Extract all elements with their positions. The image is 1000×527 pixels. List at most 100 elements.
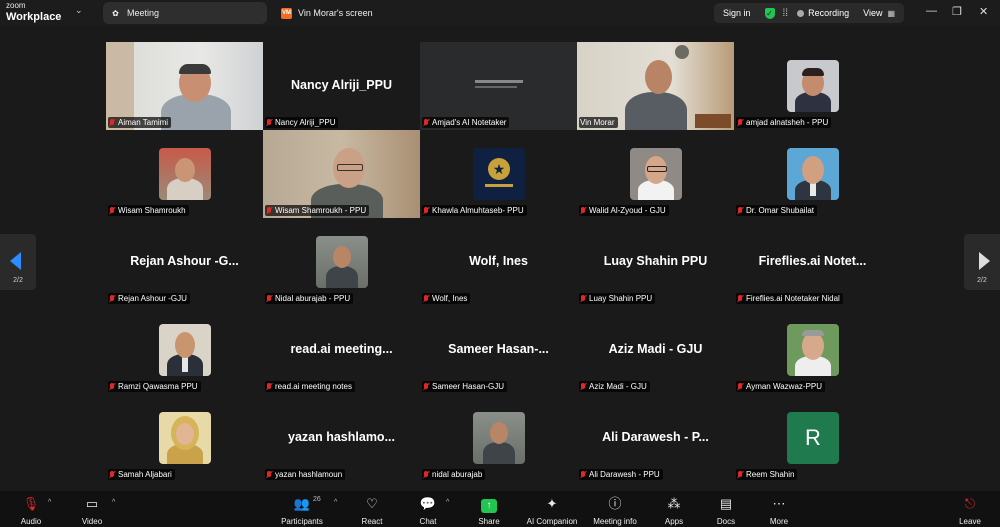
- apps-button[interactable]: ⁂ Apps: [658, 495, 690, 526]
- participant-display-name: Luay Shahin PPU: [603, 254, 708, 268]
- participant-name: Vin Morar: [580, 118, 615, 127]
- more-button[interactable]: ⋯ More: [763, 495, 795, 526]
- participant-tile[interactable]: Wisam Shamroukh - PPU: [263, 130, 420, 218]
- next-page-button[interactable]: 2/2: [964, 234, 1000, 290]
- participant-name-label: Walid Al-Zyoud - GJU: [579, 205, 669, 216]
- previous-page-button[interactable]: 2/2: [0, 234, 36, 290]
- chat-options-caret[interactable]: ^: [446, 499, 449, 506]
- ai-companion-button[interactable]: ✦ AI Companion: [524, 495, 580, 526]
- arrow-right-icon: [979, 252, 990, 270]
- participant-avatar: [787, 148, 839, 200]
- participant-tile[interactable]: Walid Al-Zyoud - GJU: [577, 130, 734, 218]
- participant-tile[interactable]: Wolf, Ines Wolf, Ines: [420, 218, 577, 306]
- close-icon[interactable]: ✕: [979, 5, 988, 18]
- participant-name-label: Fireflies.ai Notetaker Nidal: [736, 293, 843, 304]
- participant-tile[interactable]: Fireflies.ai Notet... Fireflies.ai Notet…: [734, 218, 891, 306]
- participant-display-name: Ali Darawesh - P...: [602, 430, 709, 444]
- participant-display-name: Aziz Madi - GJU: [608, 342, 703, 356]
- participant-tile[interactable]: Ramzi Qawasma PPU: [106, 306, 263, 394]
- participant-tile[interactable]: Nidal aburajab - PPU: [263, 218, 420, 306]
- chevron-down-icon[interactable]: ⌄: [75, 5, 83, 16]
- participant-tile[interactable]: Dr. Omar Shubailat: [734, 130, 891, 218]
- participant-name: Fireflies.ai Notetaker Nidal: [746, 294, 840, 303]
- shield-icon[interactable]: ✓: [764, 7, 775, 19]
- audio-button[interactable]: 🎙 Audio: [14, 495, 48, 526]
- header-controls: Sign in ✓ ⁞⁞ Recording View ▦: [714, 3, 904, 23]
- participant-tile[interactable]: ★ Khawla Almuhtaseb- PPU: [420, 130, 577, 218]
- page-indicator-left: 2/2: [13, 277, 23, 284]
- participant-tile-active-speaker[interactable]: Vin Morar: [577, 42, 734, 130]
- participant-display-name: Wolf, Ines: [469, 254, 528, 268]
- participant-tile[interactable]: Ayman Wazwaz-PPU: [734, 306, 891, 394]
- tab-screen-share[interactable]: VM Vin Morar's screen: [274, 2, 424, 24]
- participant-tile[interactable]: R Reem Shahin: [734, 394, 891, 482]
- maximize-icon[interactable]: ❐: [952, 5, 962, 18]
- audio-options-caret[interactable]: ^: [48, 499, 51, 506]
- participant-tile[interactable]: read.ai meeting... read.ai meeting notes: [263, 306, 420, 394]
- react-button[interactable]: ♡ React: [356, 495, 388, 526]
- participant-tile[interactable]: nidal aburajab: [420, 394, 577, 482]
- encryption-dots-icon[interactable]: ⁞⁞: [783, 8, 789, 19]
- share-button[interactable]: ↑ Share: [473, 495, 505, 526]
- participant-tile[interactable]: Samah Aljabari: [106, 394, 263, 482]
- mic-muted-icon: 🎙: [22, 496, 40, 511]
- participant-tile[interactable]: Luay Shahin PPU Luay Shahin PPU: [577, 218, 734, 306]
- participant-tile[interactable]: Ali Darawesh - P... Ali Darawesh - PPU: [577, 394, 734, 482]
- participants-options-caret[interactable]: ^: [334, 499, 337, 506]
- participant-name: Ramzi Qawasma PPU: [118, 382, 198, 391]
- participant-tile[interactable]: Rejan Ashour -G... Rejan Ashour -GJU: [106, 218, 263, 306]
- grid-icon[interactable]: ▦: [887, 9, 895, 18]
- mic-muted-icon: [266, 294, 272, 303]
- video-options-caret[interactable]: ^: [112, 499, 115, 506]
- participant-name: Nidal aburajab - PPU: [275, 294, 351, 303]
- participant-tile[interactable]: amjad alnatsheh - PPU: [734, 42, 891, 130]
- docs-button[interactable]: ▤ Docs: [710, 495, 742, 526]
- participant-name: nidal aburajab: [432, 470, 483, 479]
- mic-muted-icon: [266, 118, 272, 127]
- participant-name-label: Ayman Wazwaz-PPU: [736, 381, 826, 392]
- participant-tile[interactable]: Aziz Madi - GJU Aziz Madi - GJU: [577, 306, 734, 394]
- participant-name-label: Wisam Shamroukh - PPU: [265, 205, 370, 216]
- participant-tile[interactable]: Amjad's AI Notetaker: [420, 42, 577, 130]
- video-button[interactable]: ▭ Video: [76, 495, 108, 526]
- participant-name-label: Wisam Shamroukh: [108, 205, 189, 216]
- participant-tile[interactable]: Sameer Hasan-... Sameer Hasan-GJU: [420, 306, 577, 394]
- audio-label: Audio: [20, 517, 42, 526]
- participant-tile[interactable]: Nancy Alriji_PPU Nancy Alriji_PPU: [263, 42, 420, 130]
- participant-tile[interactable]: Aiman Tamimi: [106, 42, 263, 130]
- zoom-workplace-logo[interactable]: zoom Workplace: [6, 1, 62, 23]
- participant-name-label: Vin Morar: [579, 117, 618, 128]
- meeting-info-button[interactable]: ⓘ Meeting info: [590, 495, 640, 526]
- chat-button[interactable]: 💬 Chat: [412, 495, 444, 526]
- share-screen-icon: ↑: [473, 495, 505, 513]
- mic-muted-icon: [109, 294, 115, 303]
- participant-avatar: [473, 412, 525, 464]
- participant-name: Samah Aljabari: [118, 470, 172, 479]
- leave-button[interactable]: ⎋ Leave: [954, 495, 986, 526]
- view-button[interactable]: View: [863, 8, 882, 18]
- tab-meeting[interactable]: ✿ Meeting: [103, 2, 267, 24]
- document-icon: ▤: [719, 496, 733, 511]
- participant-tile[interactable]: Wisam Shamroukh: [106, 130, 263, 218]
- mic-muted-icon: [423, 470, 429, 479]
- notetaker-banner: [475, 80, 523, 83]
- tab-share-label: Vin Morar's screen: [298, 8, 373, 18]
- tab-meeting-label: Meeting: [127, 8, 160, 18]
- participant-tile[interactable]: yazan hashlamo... yazan hashlamoun: [263, 394, 420, 482]
- participant-display-name: Sameer Hasan-...: [448, 342, 549, 356]
- participant-display-name: read.ai meeting...: [290, 342, 393, 356]
- brand-line2: Workplace: [6, 11, 62, 23]
- mic-muted-icon: [423, 294, 429, 303]
- mic-muted-icon: [423, 206, 429, 215]
- title-bar: zoom Workplace ⌄ ✿ Meeting VM Vin Morar'…: [0, 0, 1000, 26]
- recording-label[interactable]: Recording: [808, 8, 849, 18]
- participant-name-label: Ramzi Qawasma PPU: [108, 381, 201, 392]
- participant-avatar: [159, 324, 211, 376]
- participant-name-label: amjad alnatsheh - PPU: [736, 117, 832, 128]
- minimize-icon[interactable]: —: [926, 5, 937, 17]
- screen-share-icon: VM: [281, 7, 292, 19]
- participant-name: yazan hashlamoun: [275, 470, 343, 479]
- signin-button[interactable]: Sign in: [723, 8, 751, 18]
- participant-name-label: Reem Shahin: [736, 469, 798, 480]
- mic-muted-icon: [109, 118, 115, 127]
